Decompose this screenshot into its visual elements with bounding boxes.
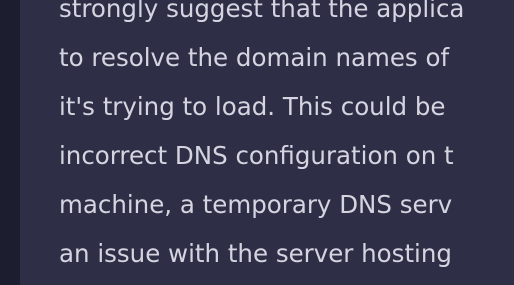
message-line-3: it's trying to load. This could be <box>59 92 446 121</box>
message-line-1: strongly suggest that the applica <box>59 0 465 23</box>
chat-window: strongly suggest that the applica to res… <box>0 0 514 285</box>
assistant-message-panel: strongly suggest that the applica to res… <box>20 0 514 285</box>
message-line-5: machine, a temporary DNS serv <box>59 190 453 219</box>
message-line-6: an issue with the server hosting <box>59 239 452 268</box>
assistant-message-text: strongly suggest that the applica to res… <box>59 0 514 278</box>
message-line-4: incorrect DNS configuration on t <box>59 141 454 170</box>
left-sidebar-edge <box>0 0 20 285</box>
message-line-2: to resolve the domain names of <box>59 43 450 72</box>
